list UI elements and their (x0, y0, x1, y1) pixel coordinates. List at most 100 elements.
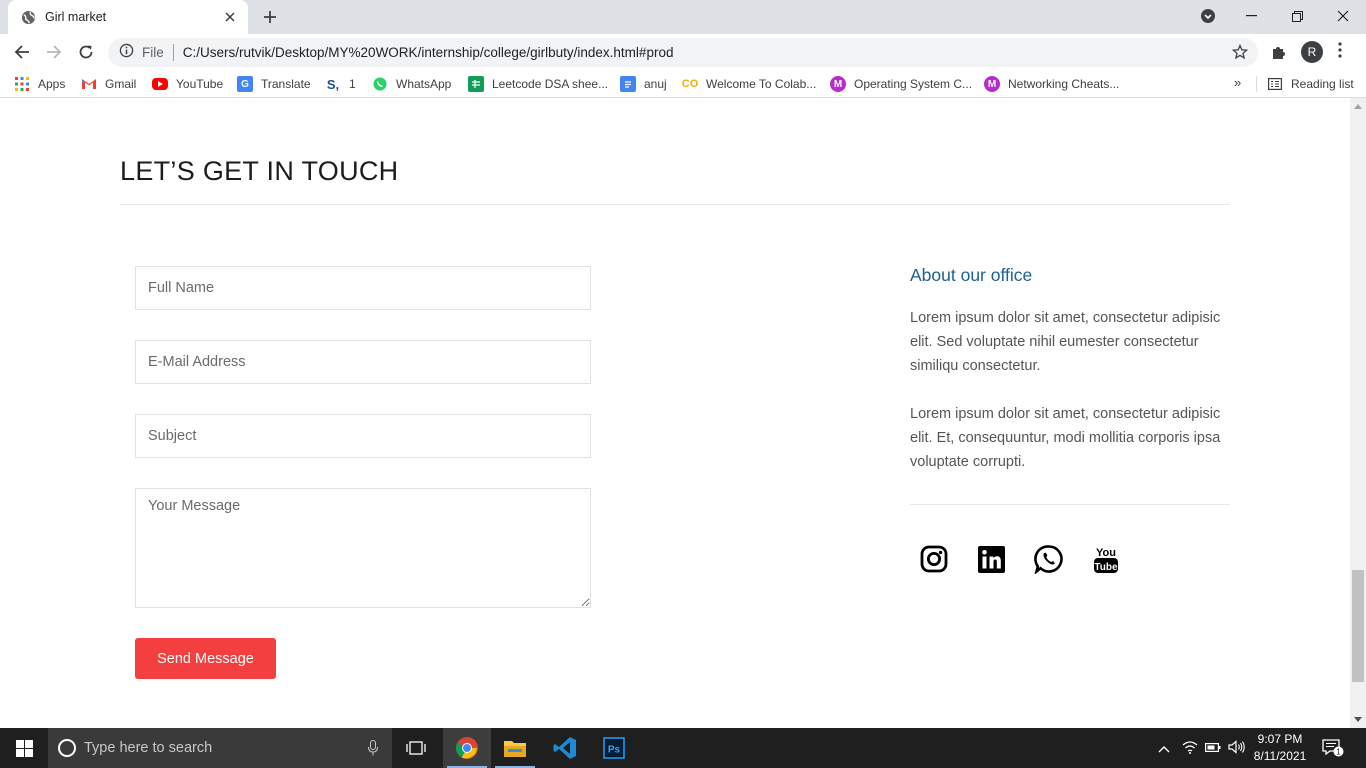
taskbar: Type here to search Ps 9:07 PM 8/11/2021… (0, 728, 1366, 768)
youtube-icon (152, 78, 168, 90)
full-name-input[interactable] (135, 266, 591, 310)
task-view-icon[interactable] (392, 728, 440, 768)
instagram-icon[interactable] (919, 544, 949, 574)
bookmark-gmail[interactable]: Gmail (81, 75, 136, 93)
bookmark-1[interactable]: S, 1 (325, 75, 356, 93)
url-scheme-label: File (142, 45, 164, 60)
reading-list-label: Reading list (1291, 77, 1354, 91)
windows-start-icon[interactable] (0, 728, 48, 768)
address-bar[interactable]: File C:/Users/rutvik/Desktop/MY%20WORK/i… (108, 38, 1258, 67)
bookmark-label: 1 (349, 77, 356, 91)
bookmark-operating-system[interactable]: M Operating System C... (830, 75, 972, 93)
tab-title: Girl market (45, 10, 107, 24)
send-message-button[interactable]: Send Message (135, 638, 276, 679)
tab-strip: Girl market (0, 0, 1366, 34)
office-title: About our office (910, 265, 1033, 285)
office-divider (910, 504, 1230, 505)
new-tab-icon[interactable] (260, 7, 280, 27)
section-title: LET’S GET IN TOUCH (120, 156, 399, 186)
docs-icon (620, 76, 636, 92)
reload-icon[interactable] (74, 40, 98, 64)
photoshop-icon[interactable]: Ps (590, 728, 638, 768)
colab-icon: CO (681, 78, 699, 90)
url-text[interactable]: C:/Users/rutvik/Desktop/MY%20WORK/intern… (183, 45, 674, 60)
wifi-icon[interactable] (1182, 740, 1198, 759)
svg-text:You: You (1096, 547, 1116, 559)
notification-count: 1 (1336, 748, 1341, 757)
bookmark-label: Gmail (105, 77, 137, 91)
bookmark-label: anuj (644, 77, 667, 91)
bookmark-colab[interactable]: CO Welcome To Colab... (681, 75, 817, 93)
scroll-up-arrow-icon[interactable] (1354, 104, 1362, 109)
bookmark-translate[interactable]: G Translate (237, 75, 311, 93)
browser-toolbar: File C:/Users/rutvik/Desktop/MY%20WORK/i… (0, 34, 1366, 71)
bookmark-networking[interactable]: M Networking Cheats... (984, 75, 1119, 93)
microphone-icon[interactable] (368, 740, 378, 761)
translate-icon: G (237, 76, 253, 92)
battery-icon[interactable] (1205, 740, 1221, 758)
extensions-puzzle-icon[interactable] (1270, 43, 1290, 63)
bookmark-apps[interactable]: Apps (14, 75, 65, 93)
chevron-up-icon[interactable] (1158, 740, 1170, 758)
volume-icon[interactable] (1228, 740, 1246, 759)
whatsapp-icon (372, 76, 388, 92)
subject-input[interactable] (135, 414, 591, 458)
bookmark-anuj[interactable]: anuj (620, 75, 667, 93)
scrollbar-thumb[interactable] (1352, 570, 1364, 682)
taskbar-clock[interactable]: 9:07 PM 8/11/2021 (1250, 731, 1310, 765)
svg-text:Ps: Ps (608, 745, 621, 756)
cortana-icon (58, 739, 76, 757)
menu-kebab-icon[interactable] (1338, 42, 1346, 62)
bookmark-label: Leetcode DSA shee... (492, 77, 609, 91)
back-arrow-icon[interactable] (10, 40, 34, 64)
notification-center-icon[interactable]: 1 (1322, 738, 1344, 763)
youtube-icon[interactable]: You Tube (1091, 544, 1121, 574)
close-window-icon[interactable] (1320, 0, 1366, 32)
bookmarks-divider (1256, 76, 1257, 92)
bookmark-whatsapp[interactable]: WhatsApp (372, 75, 451, 93)
message-textarea[interactable] (135, 488, 591, 608)
forward-arrow-icon[interactable] (42, 40, 66, 64)
taskbar-search-placeholder: Type here to search (84, 740, 213, 756)
omnibox-divider (172, 44, 174, 61)
m-badge-icon: M (984, 76, 1000, 92)
gmail-icon (81, 76, 97, 92)
clock-time: 9:07 PM (1257, 732, 1303, 746)
chrome-taskbar-icon[interactable] (443, 728, 491, 768)
globe-icon (21, 10, 36, 25)
linkedin-icon[interactable] (976, 544, 1006, 574)
whatsapp-icon[interactable] (1034, 544, 1064, 574)
tab-girl-market[interactable]: Girl market (8, 0, 248, 34)
minimize-icon[interactable] (1228, 0, 1274, 32)
bookmark-label: Operating System C... (854, 77, 973, 91)
reading-list-icon (1267, 76, 1283, 92)
tab-search-icon[interactable] (1185, 0, 1231, 32)
office-paragraph-2: Lorem ipsum dolor sit amet, consectetur … (910, 406, 1221, 470)
page-viewport: LET’S GET IN TOUCH Send Message About ou… (0, 98, 1350, 728)
bookmark-label: Translate (261, 77, 311, 91)
email-input[interactable] (135, 340, 591, 384)
reading-list-button[interactable]: Reading list (1267, 75, 1354, 93)
file-explorer-icon[interactable] (491, 728, 539, 768)
apps-grid-icon (14, 76, 30, 92)
restore-icon[interactable] (1274, 0, 1320, 32)
bookmark-label: Networking Cheats... (1008, 77, 1120, 91)
bookmark-label: Welcome To Colab... (706, 77, 817, 91)
bookmark-youtube[interactable]: YouTube (152, 75, 223, 93)
s-logo-icon: S, (326, 76, 340, 92)
vscode-icon[interactable] (541, 728, 589, 768)
more-bookmarks-chevron-icon[interactable]: » (1234, 75, 1241, 90)
close-tab-icon[interactable] (222, 9, 238, 25)
sheets-icon (468, 76, 484, 92)
info-icon[interactable] (119, 43, 134, 63)
profile-avatar[interactable]: R (1301, 41, 1323, 63)
section-divider (120, 204, 1230, 205)
bookmark-leetcode-sheet[interactable]: Leetcode DSA shee... (468, 75, 608, 93)
scroll-down-arrow-icon[interactable] (1354, 717, 1362, 722)
taskbar-search[interactable]: Type here to search (48, 728, 392, 768)
office-paragraph-1: Lorem ipsum dolor sit amet, consectetur … (910, 310, 1221, 374)
bookmark-star-icon[interactable] (1231, 43, 1249, 65)
page-scrollbar[interactable] (1350, 98, 1366, 728)
clock-date: 8/11/2021 (1253, 749, 1307, 763)
m-badge-icon: M (830, 76, 846, 92)
